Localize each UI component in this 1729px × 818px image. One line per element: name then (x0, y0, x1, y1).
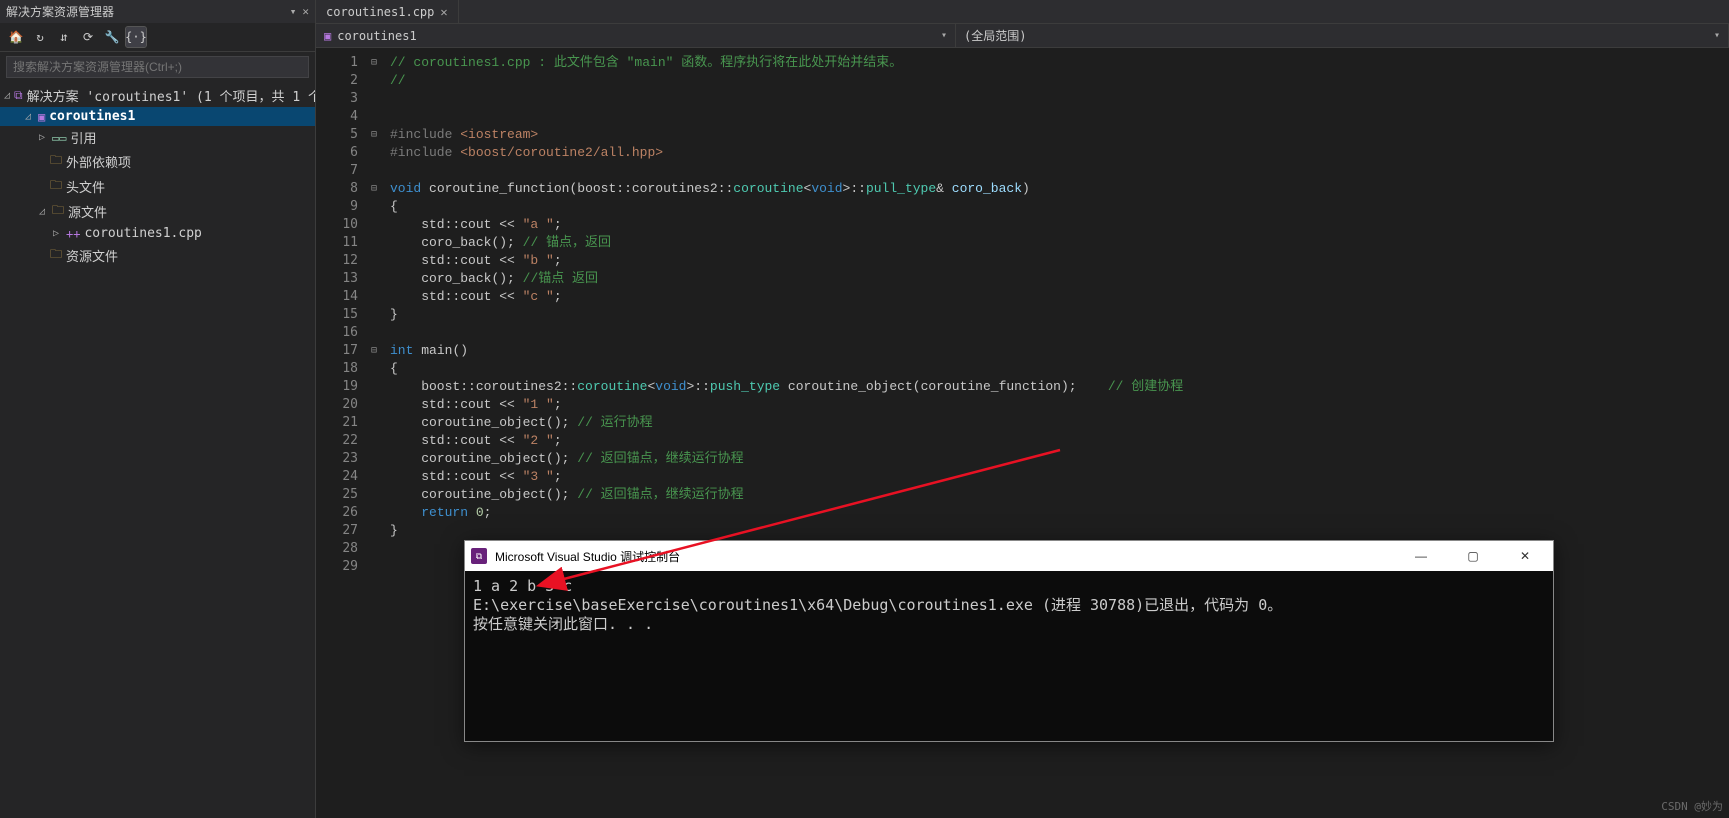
chevron-down-icon: ▾ (1714, 30, 1720, 41)
console-title: Microsoft Visual Studio 调试控制台 (495, 548, 680, 565)
debug-console-window: ⧉ Microsoft Visual Studio 调试控制台 — ▢ ✕ 1 … (464, 540, 1554, 742)
solution-tree: ◿ ⧉ 解决方案 'coroutines1' (1 个项目，共 1 个) ◿ ▣… (0, 82, 315, 818)
solution-root[interactable]: ◿ ⧉ 解决方案 'coroutines1' (1 个项目，共 1 个) (0, 84, 315, 107)
toolbar-sync-icon[interactable]: ⟳ (78, 27, 98, 47)
solution-search-input[interactable] (6, 56, 309, 78)
references-node[interactable]: ▷ ▭▭ 引用 (0, 126, 315, 149)
external-deps-node[interactable]: 🗀 外部依赖项 (0, 149, 315, 174)
source-file-node[interactable]: ▷ ++ coroutines1.cpp (0, 224, 315, 243)
folder-icon: 🗀 (50, 245, 62, 266)
vs-icon: ⧉ (471, 548, 487, 564)
panel-dropdown-icon[interactable]: ▾ (290, 5, 297, 18)
nav-bar: ▣ coroutines1 ▾ (全局范围) ▾ (316, 24, 1729, 48)
panel-close-icon[interactable]: ✕ (302, 5, 309, 18)
nav-scope-left[interactable]: ▣ coroutines1 ▾ (316, 24, 956, 47)
window-close-icon[interactable]: ✕ (1503, 541, 1547, 571)
resources-label: 资源文件 (66, 246, 118, 265)
folder-icon: 🗀 (52, 201, 64, 222)
console-output: 1 a 2 b 3 c E:\exercise\baseExercise\cor… (465, 571, 1553, 741)
solution-label: 解决方案 'coroutines1' (1 个项目，共 1 个) (27, 86, 315, 105)
console-titlebar[interactable]: ⧉ Microsoft Visual Studio 调试控制台 — ▢ ✕ (465, 541, 1553, 571)
tab-file[interactable]: coroutines1.cpp ✕ (316, 0, 459, 23)
solution-explorer-title: 解决方案资源管理器 ▾ ✕ (0, 0, 315, 23)
toolbar-collapse-icon[interactable]: ⇵ (54, 27, 74, 47)
watermark: CSDN @妙为 (1661, 798, 1723, 814)
expander-icon[interactable]: ◿ (36, 206, 48, 217)
headers-label: 头文件 (66, 177, 105, 196)
tab-label: coroutines1.cpp (326, 5, 434, 19)
sources-node[interactable]: ◿ 🗀 源文件 (0, 199, 315, 224)
expander-icon[interactable]: ◿ (4, 90, 10, 101)
sources-label: 源文件 (68, 202, 107, 221)
nav-right-label: (全局范围) (964, 27, 1026, 44)
window-maximize-icon[interactable]: ▢ (1451, 541, 1495, 571)
solution-explorer: 解决方案资源管理器 ▾ ✕ 🏠 ↻ ⇵ ⟳ 🔧 {·} ◿ ⧉ 解决方案 'co… (0, 0, 316, 818)
folder-icon: 🗀 (50, 151, 62, 172)
resources-node[interactable]: 🗀 资源文件 (0, 243, 315, 268)
project-icon: ▣ (38, 110, 45, 124)
external-label: 外部依赖项 (66, 152, 131, 171)
source-file-label: coroutines1.cpp (84, 226, 201, 241)
references-icon: ▭▭ (52, 131, 66, 145)
project-label: coroutines1 (49, 109, 135, 124)
project-scope-icon: ▣ (324, 29, 331, 43)
solution-icon: ⧉ (14, 88, 23, 103)
solution-explorer-toolbar: 🏠 ↻ ⇵ ⟳ 🔧 {·} (0, 23, 315, 52)
nav-scope-right[interactable]: (全局范围) ▾ (956, 24, 1729, 47)
editor-tabs: coroutines1.cpp ✕ (316, 0, 1729, 24)
project-node[interactable]: ◿ ▣ coroutines1 (0, 107, 315, 126)
panel-title: 解决方案资源管理器 (6, 3, 114, 20)
line-number-gutter: 1234567891011121314151617181920212223242… (316, 48, 366, 818)
cpp-file-icon: ++ (66, 227, 80, 241)
references-label: 引用 (70, 128, 96, 147)
chevron-down-icon: ▾ (941, 30, 947, 41)
toolbar-home-icon[interactable]: 🏠 (6, 27, 26, 47)
headers-node[interactable]: 🗀 头文件 (0, 174, 315, 199)
folder-icon: 🗀 (50, 176, 62, 197)
toolbar-wrench-icon[interactable]: 🔧 (102, 27, 122, 47)
toolbar-refresh-icon[interactable]: ↻ (30, 27, 50, 47)
tab-close-icon[interactable]: ✕ (440, 5, 447, 19)
fold-gutter[interactable]: ⊟⊟⊟⊟ (366, 48, 382, 818)
toolbar-scope-icon[interactable]: {·} (126, 27, 146, 47)
expander-icon[interactable]: ◿ (22, 111, 34, 122)
nav-left-label: coroutines1 (337, 29, 416, 43)
expander-icon[interactable]: ▷ (50, 228, 62, 239)
window-minimize-icon[interactable]: — (1399, 541, 1443, 571)
expander-icon[interactable]: ▷ (36, 132, 48, 143)
